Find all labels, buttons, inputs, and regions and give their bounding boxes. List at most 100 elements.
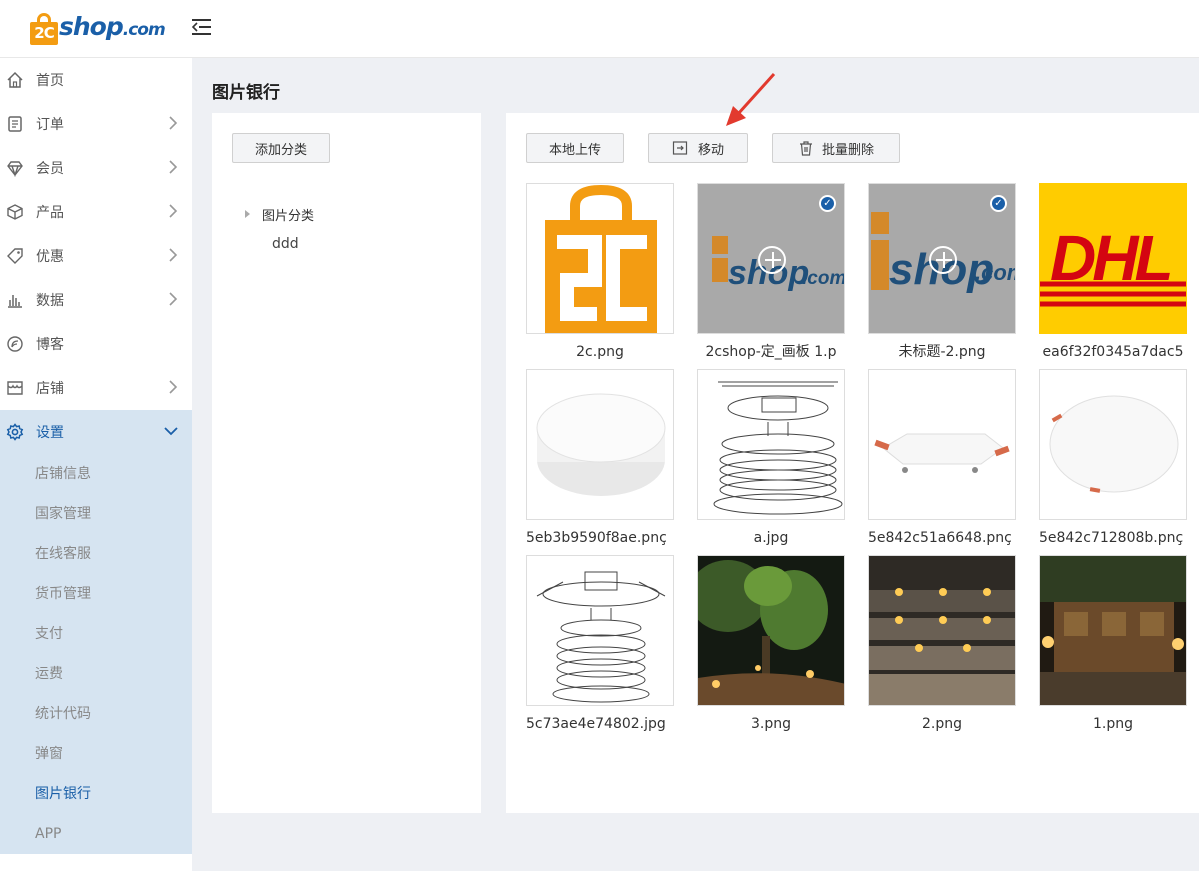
submenu-item-store-info[interactable]: 店铺信息 bbox=[0, 454, 192, 494]
store-icon bbox=[6, 379, 24, 397]
sidebar-item-promotions[interactable]: 优惠 bbox=[0, 234, 192, 278]
sidebar-item-label: 数据 bbox=[36, 293, 64, 309]
image-name[interactable]: 1.png bbox=[1039, 706, 1187, 742]
image-thumbnail[interactable] bbox=[526, 369, 674, 520]
image-name[interactable]: ea6f32f0345a7dac5 bbox=[1039, 334, 1187, 370]
logo-bag-icon: 2C bbox=[30, 13, 58, 45]
image-item[interactable]: 1.png bbox=[1039, 555, 1187, 742]
image-item[interactable]: 3.png bbox=[697, 555, 845, 742]
logo[interactable]: 2C shop.com bbox=[30, 9, 166, 45]
order-icon bbox=[6, 115, 24, 133]
submenu-item-tracking-code[interactable]: 统计代码 bbox=[0, 694, 192, 734]
checkmark-icon[interactable]: ✓ bbox=[819, 195, 836, 212]
submenu-item-online-service[interactable]: 在线客服 bbox=[0, 534, 192, 574]
image-name[interactable]: 5e842c51a6648.pnç bbox=[868, 520, 1016, 556]
image-item[interactable]: 5eb3b9590f8ae.pnç bbox=[526, 369, 674, 556]
image-item[interactable]: 2.png bbox=[868, 555, 1016, 742]
bar-chart-icon bbox=[6, 291, 24, 309]
image-thumbnail[interactable]: shop .com ✓ bbox=[697, 183, 845, 334]
image-thumbnail[interactable] bbox=[1039, 369, 1187, 520]
image-thumbnail[interactable] bbox=[526, 555, 674, 706]
move-button[interactable]: 移动 bbox=[648, 133, 748, 163]
zoom-icon[interactable] bbox=[758, 246, 786, 274]
caret-right-icon[interactable] bbox=[245, 210, 250, 218]
image-thumbnail[interactable] bbox=[526, 183, 674, 334]
annotation-arrow-icon bbox=[726, 72, 776, 126]
chevron-right-icon bbox=[168, 160, 178, 178]
image-thumbnail[interactable]: DHL bbox=[1039, 183, 1187, 334]
sidebar-item-data[interactable]: 数据 bbox=[0, 278, 192, 322]
image-thumbnail[interactable]: shop .com ✓ bbox=[868, 183, 1016, 334]
image-item[interactable]: shop .com ✓ 未标题-2.png bbox=[868, 183, 1016, 370]
image-name[interactable]: 2.png bbox=[868, 706, 1016, 742]
image-thumbnail[interactable] bbox=[868, 555, 1016, 706]
tag-icon bbox=[6, 247, 24, 265]
image-item[interactable]: DHL ea6f32f0345a7dac5 bbox=[1039, 183, 1187, 370]
tree-node-root[interactable]: 图片分类 bbox=[242, 199, 314, 229]
sidebar-item-products[interactable]: 产品 bbox=[0, 190, 192, 234]
tree-node-label: 图片分类 bbox=[262, 208, 315, 224]
diamond-icon bbox=[6, 159, 24, 177]
image-name[interactable]: 2c.png bbox=[526, 334, 674, 370]
image-item[interactable]: 2c.png bbox=[526, 183, 674, 370]
submenu-item-currency[interactable]: 货币管理 bbox=[0, 574, 192, 614]
image-thumbnail[interactable] bbox=[697, 555, 845, 706]
page-title: 图片银行 bbox=[212, 83, 280, 103]
sidebar-item-members[interactable]: 会员 bbox=[0, 146, 192, 190]
image-thumbnail[interactable] bbox=[868, 369, 1016, 520]
blog-icon bbox=[6, 335, 24, 353]
sidebar-item-label: 优惠 bbox=[36, 249, 64, 265]
image-item[interactable]: 5e842c712808b.pnç bbox=[1039, 369, 1187, 556]
sidebar-item-label: 店铺 bbox=[36, 381, 64, 397]
image-name[interactable]: 2cshop-定_画板 1.p bbox=[697, 334, 845, 370]
zoom-icon[interactable] bbox=[929, 246, 957, 274]
image-name[interactable]: 5c73ae4e74802.jpg bbox=[526, 706, 674, 742]
image-name[interactable]: 5eb3b9590f8ae.pnç bbox=[526, 520, 674, 556]
svg-text:.com: .com bbox=[802, 268, 845, 289]
batch-delete-label: 批量删除 bbox=[821, 142, 874, 158]
sidebar: 首页 订单 会员 产品 优惠 数据 博客 店铺 设置 店铺信息 国家管理 在线客… bbox=[0, 58, 192, 871]
sidebar-item-label: 首页 bbox=[36, 73, 64, 89]
sidebar-item-label: 订单 bbox=[36, 117, 64, 133]
svg-text:DHL: DHL bbox=[1050, 222, 1170, 294]
move-label: 移动 bbox=[697, 142, 724, 158]
menu-collapse-icon[interactable] bbox=[192, 17, 211, 36]
image-name[interactable]: 3.png bbox=[697, 706, 845, 742]
local-upload-button[interactable]: 本地上传 bbox=[526, 133, 624, 163]
submenu-item-countries[interactable]: 国家管理 bbox=[0, 494, 192, 534]
submenu-item-shipping[interactable]: 运费 bbox=[0, 654, 192, 694]
add-category-button[interactable]: 添加分类 bbox=[232, 133, 330, 163]
image-name[interactable]: a.jpg bbox=[697, 520, 845, 556]
sidebar-item-store[interactable]: 店铺 bbox=[0, 366, 192, 410]
sidebar-item-blog[interactable]: 博客 bbox=[0, 322, 192, 366]
batch-delete-button[interactable]: 批量删除 bbox=[772, 133, 900, 163]
image-item[interactable]: shop .com ✓ 2cshop-定_画板 1.p bbox=[697, 183, 845, 370]
submenu-item-app[interactable]: APP bbox=[0, 814, 192, 854]
image-item[interactable]: a.jpg bbox=[697, 369, 845, 556]
logo-text: shop.com bbox=[59, 12, 166, 41]
home-icon bbox=[6, 71, 24, 89]
sidebar-item-label: 博客 bbox=[36, 337, 64, 353]
image-item[interactable]: 5e842c51a6648.pnç bbox=[868, 369, 1016, 556]
image-name[interactable]: 5e842c712808b.pnç bbox=[1039, 520, 1187, 556]
trash-icon bbox=[799, 141, 812, 156]
tree-node-child[interactable]: ddd bbox=[242, 229, 314, 259]
chevron-right-icon bbox=[168, 116, 178, 134]
submenu-item-popup[interactable]: 弹窗 bbox=[0, 734, 192, 774]
sidebar-item-home[interactable]: 首页 bbox=[0, 58, 192, 102]
chevron-right-icon bbox=[168, 380, 178, 398]
image-thumbnail[interactable] bbox=[1039, 555, 1187, 706]
submenu-item-payment[interactable]: 支付 bbox=[0, 614, 192, 654]
sidebar-item-settings[interactable]: 设置 bbox=[0, 410, 192, 454]
svg-text:.com: .com bbox=[975, 260, 1016, 285]
top-bar: 2C shop.com bbox=[0, 0, 1199, 58]
image-name[interactable]: 未标题-2.png bbox=[868, 334, 1016, 370]
sidebar-item-label: 设置 bbox=[36, 425, 64, 441]
category-tree: 图片分类 ddd bbox=[242, 199, 314, 259]
move-icon bbox=[672, 141, 688, 155]
image-thumbnail[interactable] bbox=[697, 369, 845, 520]
checkmark-icon[interactable]: ✓ bbox=[990, 195, 1007, 212]
image-item[interactable]: 5c73ae4e74802.jpg bbox=[526, 555, 674, 742]
submenu-item-image-bank[interactable]: 图片银行 bbox=[0, 774, 192, 814]
sidebar-item-orders[interactable]: 订单 bbox=[0, 102, 192, 146]
